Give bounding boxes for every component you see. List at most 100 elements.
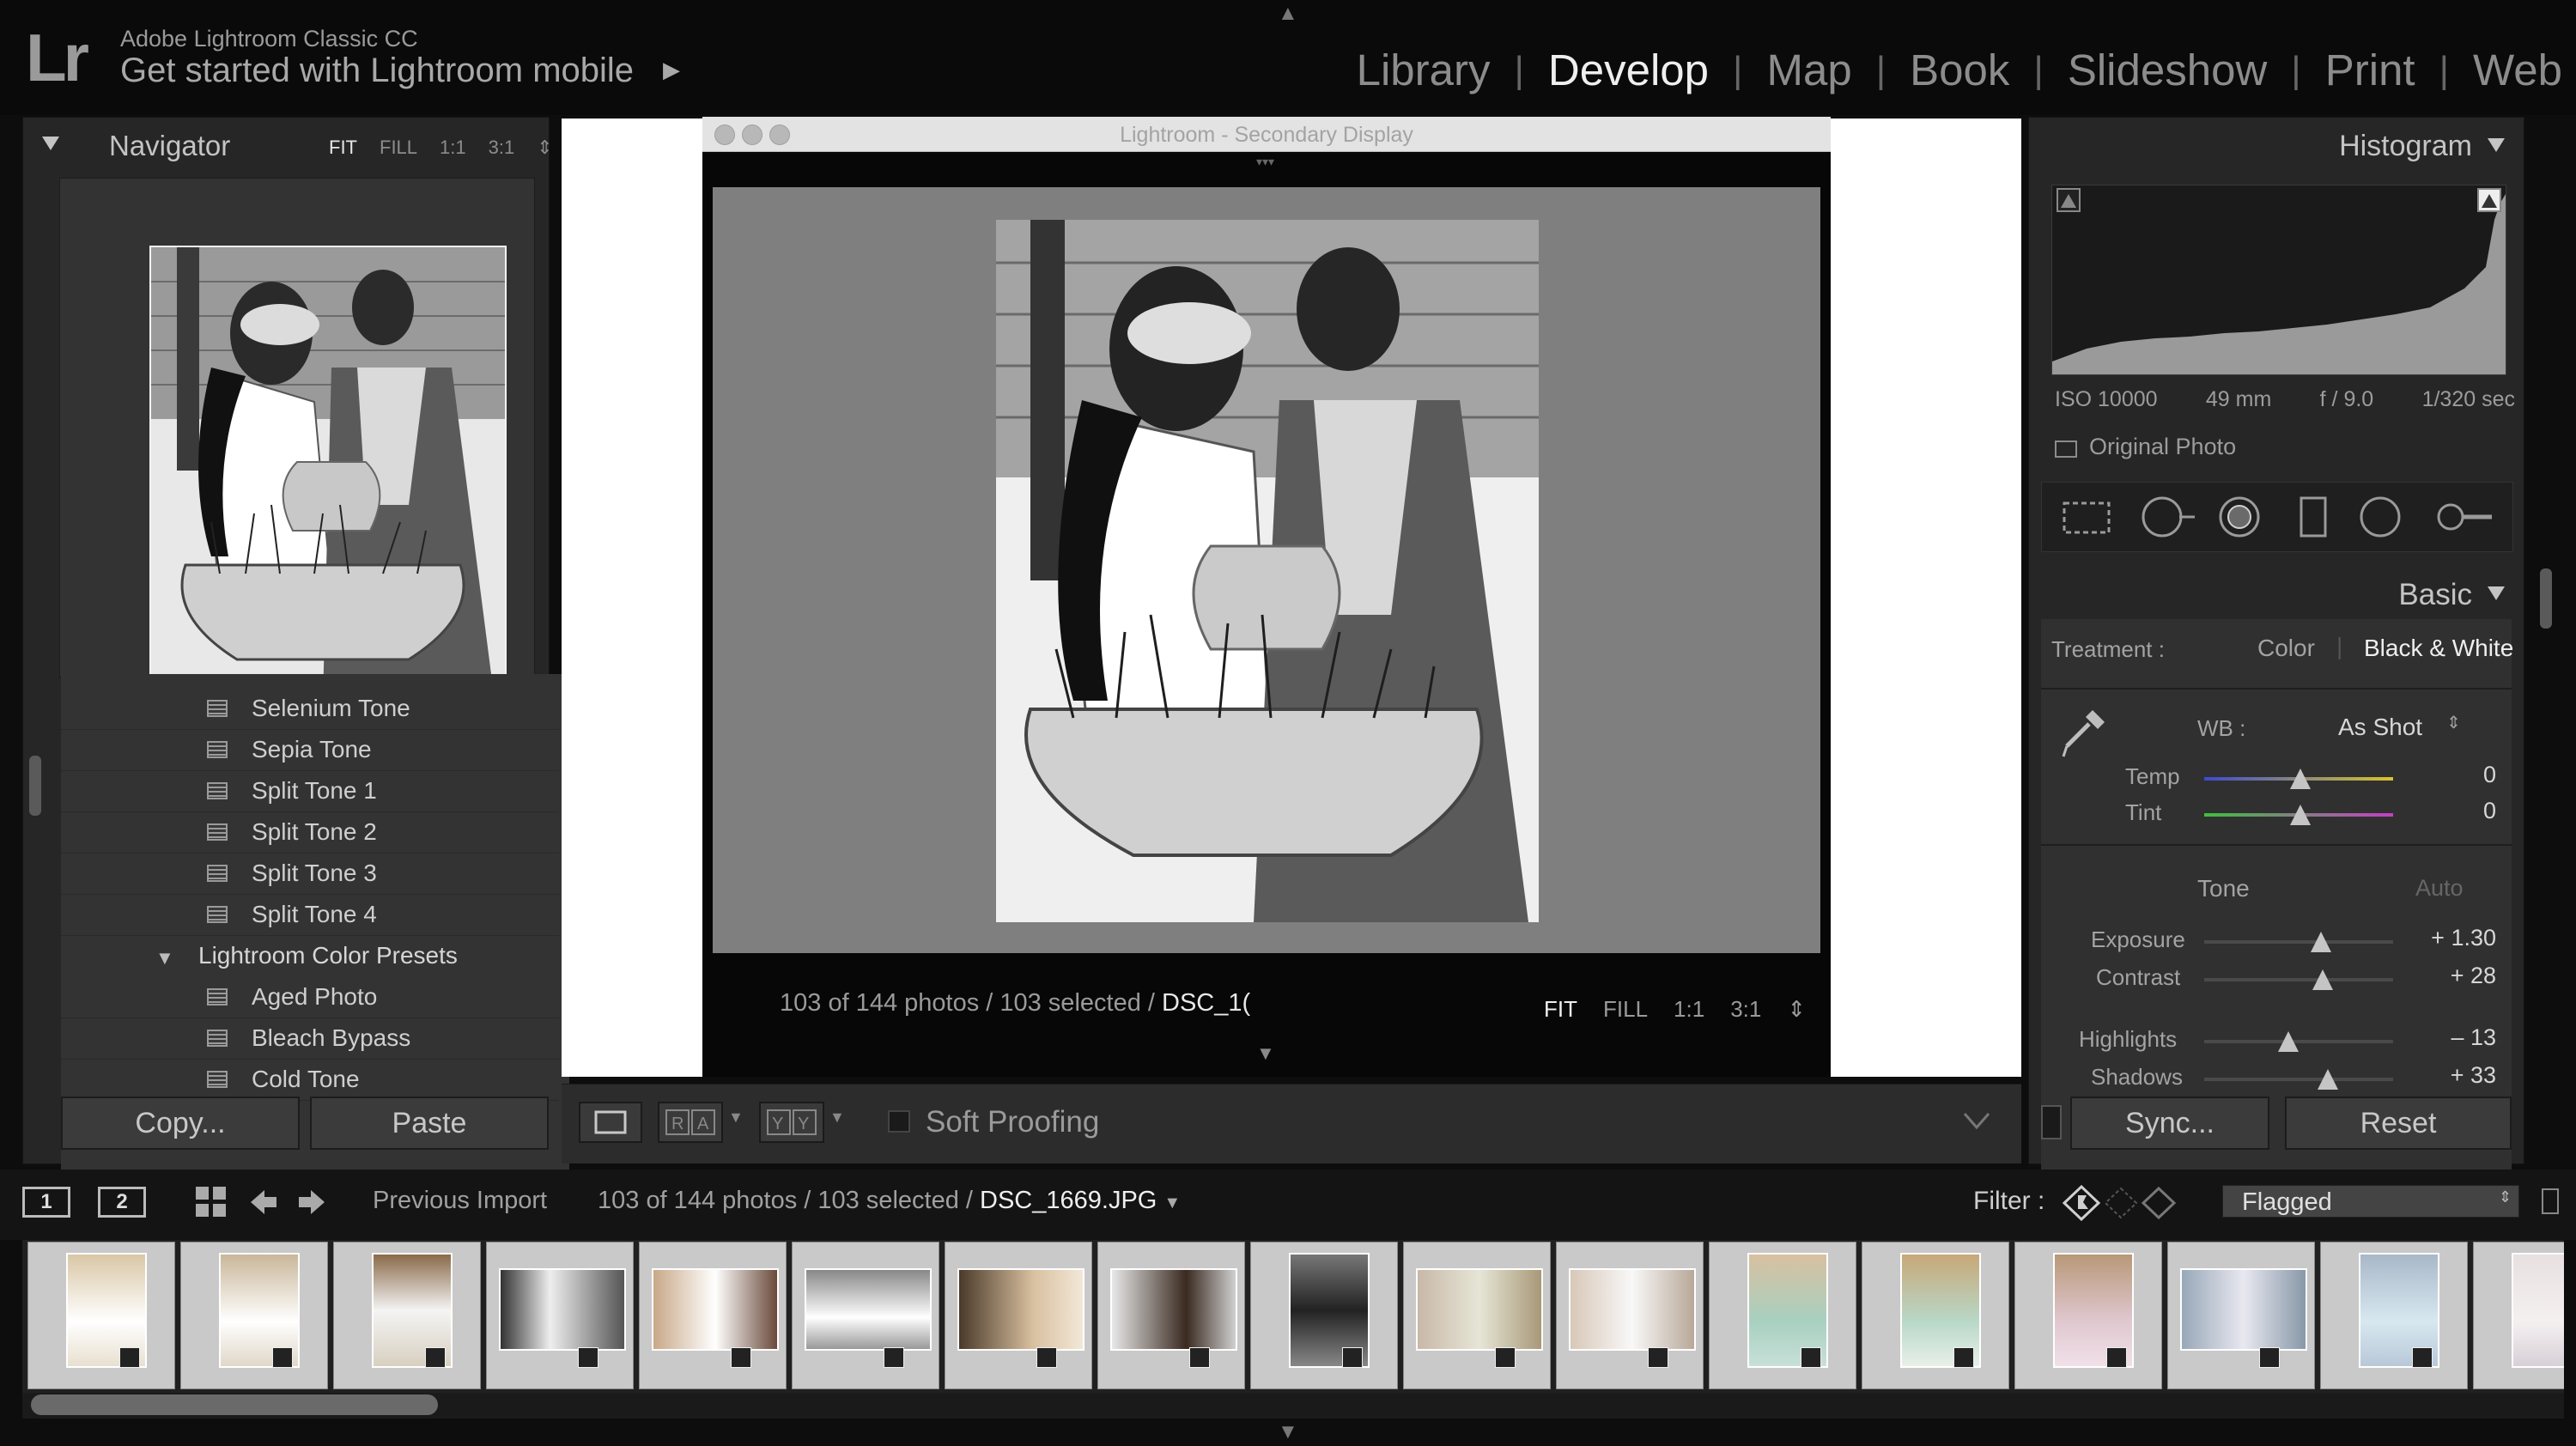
contrast-value[interactable]: + 28 <box>2393 963 2496 989</box>
sec-zoom-fill[interactable]: FILL <box>1603 996 1648 1023</box>
module-web[interactable]: Web <box>2449 45 2576 95</box>
auto-sync-switch[interactable] <box>2041 1105 2062 1139</box>
nav-zoom-1to1[interactable]: 1:1 <box>440 137 466 159</box>
sec-zoom-stepper-icon[interactable]: ⇕ <box>1787 996 1806 1023</box>
reset-button[interactable]: Reset <box>2285 1097 2512 1150</box>
nav-zoom-fit[interactable]: FIT <box>329 137 357 159</box>
filmstrip-thumbnail[interactable] <box>1403 1242 1551 1389</box>
preset-aged-photo[interactable]: Aged Photo <box>61 976 559 1018</box>
toolbar-content-dropdown-icon[interactable] <box>1961 1109 1992 1134</box>
before-after-swap-button[interactable]: YY <box>759 1102 824 1143</box>
module-library[interactable]: Library <box>1333 45 1515 95</box>
filmstrip-thumbnail[interactable] <box>333 1242 481 1389</box>
filmstrip-thumbnail[interactable] <box>792 1242 939 1389</box>
loupe-view-button[interactable] <box>579 1102 642 1143</box>
exposure-slider[interactable] <box>2204 932 2393 952</box>
right-panel-scrollbar[interactable] <box>2540 568 2552 629</box>
nav-zoom-stepper-icon[interactable]: ⇕ <box>537 137 552 159</box>
file-dropdown-icon[interactable]: ▼ <box>1163 1194 1181 1212</box>
graduated-filter-icon[interactable] <box>2300 496 2327 538</box>
treatment-bw-option[interactable]: Black & White <box>2364 635 2513 662</box>
original-photo-checkbox[interactable] <box>2055 440 2077 458</box>
filmstrip-thumbnail[interactable] <box>945 1242 1092 1389</box>
shadows-value[interactable]: + 33 <box>2393 1062 2496 1089</box>
left-panel-scrollbar[interactable] <box>29 756 41 816</box>
contrast-slider[interactable] <box>2204 969 2393 990</box>
red-eye-icon[interactable] <box>2219 496 2260 538</box>
treatment-color-option[interactable]: Color <box>2257 635 2315 662</box>
preset-sepia-tone[interactable]: Sepia Tone <box>61 729 559 771</box>
flagged-filter-icon[interactable] <box>2062 1185 2101 1221</box>
main-monitor-button[interactable]: 1 <box>22 1187 70 1218</box>
tint-value[interactable]: 0 <box>2393 798 2496 824</box>
filmstrip-source[interactable]: Previous Import <box>373 1187 547 1215</box>
module-book[interactable]: Book <box>1886 45 2033 95</box>
secondary-collapse-icon[interactable]: ▼ <box>1256 1042 1275 1065</box>
filter-preset-select[interactable]: Flagged <box>2222 1185 2519 1218</box>
filmstrip-count[interactable]: 103 of 144 photos / 103 selected / DSC_1… <box>598 1187 1181 1215</box>
wb-select[interactable]: As Shot <box>2338 714 2422 741</box>
copy-settings-button[interactable]: Copy... <box>61 1097 300 1150</box>
filter-lock-icon[interactable] <box>2542 1188 2559 1214</box>
temp-value[interactable]: 0 <box>2393 762 2496 788</box>
play-arrow-icon[interactable]: ▶ <box>663 57 680 83</box>
sec-zoom-fit[interactable]: FIT <box>1544 996 1577 1023</box>
basic-collapse-icon[interactable] <box>2486 583 2506 604</box>
filmstrip-thumbnail[interactable] <box>1250 1242 1398 1389</box>
histogram-collapse-icon[interactable] <box>2486 135 2506 155</box>
shadows-slider[interactable] <box>2204 1069 2393 1090</box>
filmstrip-scrollbar-thumb[interactable] <box>31 1394 438 1415</box>
sync-button[interactable]: Sync... <box>2070 1097 2269 1150</box>
exposure-value[interactable]: + 1.30 <box>2393 925 2496 951</box>
sec-zoom-1to1[interactable]: 1:1 <box>1674 996 1704 1023</box>
filmstrip-thumbnail[interactable] <box>1862 1242 2009 1389</box>
original-photo-label[interactable]: Original Photo <box>2089 434 2236 460</box>
disclosure-triangle-icon[interactable]: ▼ <box>155 947 174 969</box>
module-print[interactable]: Print <box>2301 45 2439 95</box>
filmstrip-thumbnail[interactable] <box>486 1242 634 1389</box>
nav-zoom-3to1[interactable]: 3:1 <box>489 137 515 159</box>
module-develop[interactable]: Develop <box>1524 45 1733 95</box>
forward-arrow-icon[interactable] <box>297 1187 328 1218</box>
module-map[interactable]: Map <box>1742 45 1875 95</box>
soft-proofing-label[interactable]: Soft Proofing <box>926 1105 1099 1139</box>
wb-eyedropper-icon[interactable] <box>2058 705 2110 765</box>
rejected-filter-icon[interactable] <box>2141 1186 2177 1220</box>
back-arrow-icon[interactable] <box>247 1187 278 1218</box>
crop-tool-icon[interactable] <box>2063 501 2111 534</box>
filmstrip-thumbnail[interactable] <box>2320 1242 2468 1389</box>
secondary-display-titlebar[interactable]: Lightroom - Secondary Display <box>702 117 1831 152</box>
top-panel-toggle-icon[interactable]: ▲ <box>1278 2 1298 26</box>
tint-slider[interactable] <box>2204 805 2393 825</box>
filmstrip-thumbnail[interactable] <box>639 1242 787 1389</box>
paste-settings-button[interactable]: Paste <box>310 1097 549 1150</box>
tone-auto-button[interactable]: Auto <box>2415 875 2464 902</box>
secondary-display-photo[interactable] <box>996 220 1539 922</box>
preset-split-tone-1[interactable]: Split Tone 1 <box>61 770 559 812</box>
filter-stepper-icon[interactable]: ⇕ <box>2499 1188 2512 1206</box>
exposure-slider-thumb[interactable] <box>2311 932 2331 952</box>
preset-folder-lightroom-color[interactable]: ▼ Lightroom Color Presets <box>61 935 559 976</box>
histogram-title[interactable]: Histogram <box>2339 130 2472 163</box>
preset-cold-tone[interactable]: Cold Tone <box>61 1059 559 1101</box>
tint-slider-thumb[interactable] <box>2290 805 2311 825</box>
preset-split-tone-2[interactable]: Split Tone 2 <box>61 811 559 854</box>
preset-selenium-tone[interactable]: Selenium Tone <box>61 688 559 730</box>
filmstrip-thumbnail[interactable] <box>180 1242 328 1389</box>
before-after-left-right-button[interactable]: RA <box>658 1102 723 1143</box>
highlights-slider-thumb[interactable] <box>2278 1031 2299 1052</box>
filmstrip-thumbnail[interactable] <box>27 1242 175 1389</box>
preset-split-tone-3[interactable]: Split Tone 3 <box>61 853 559 895</box>
navigator-header[interactable]: Navigator FIT FILL 1:1 3:1 ⇕ <box>23 118 553 173</box>
drag-grip-icon[interactable]: ▾▾▾ <box>1256 155 1274 169</box>
soft-proofing-checkbox[interactable] <box>888 1110 910 1133</box>
adjustment-brush-icon[interactable] <box>2437 503 2492 531</box>
unflagged-filter-icon[interactable] <box>2104 1187 2138 1219</box>
navigator-preview-image[interactable] <box>149 246 507 702</box>
highlights-slider[interactable] <box>2204 1031 2393 1052</box>
spot-removal-icon[interactable] <box>2142 496 2195 538</box>
radial-filter-icon[interactable] <box>2360 496 2401 538</box>
temp-slider-thumb[interactable] <box>2290 769 2311 789</box>
preset-split-tone-4[interactable]: Split Tone 4 <box>61 894 559 936</box>
mobile-promo-link[interactable]: Get started with Lightroom mobile <box>120 52 634 90</box>
